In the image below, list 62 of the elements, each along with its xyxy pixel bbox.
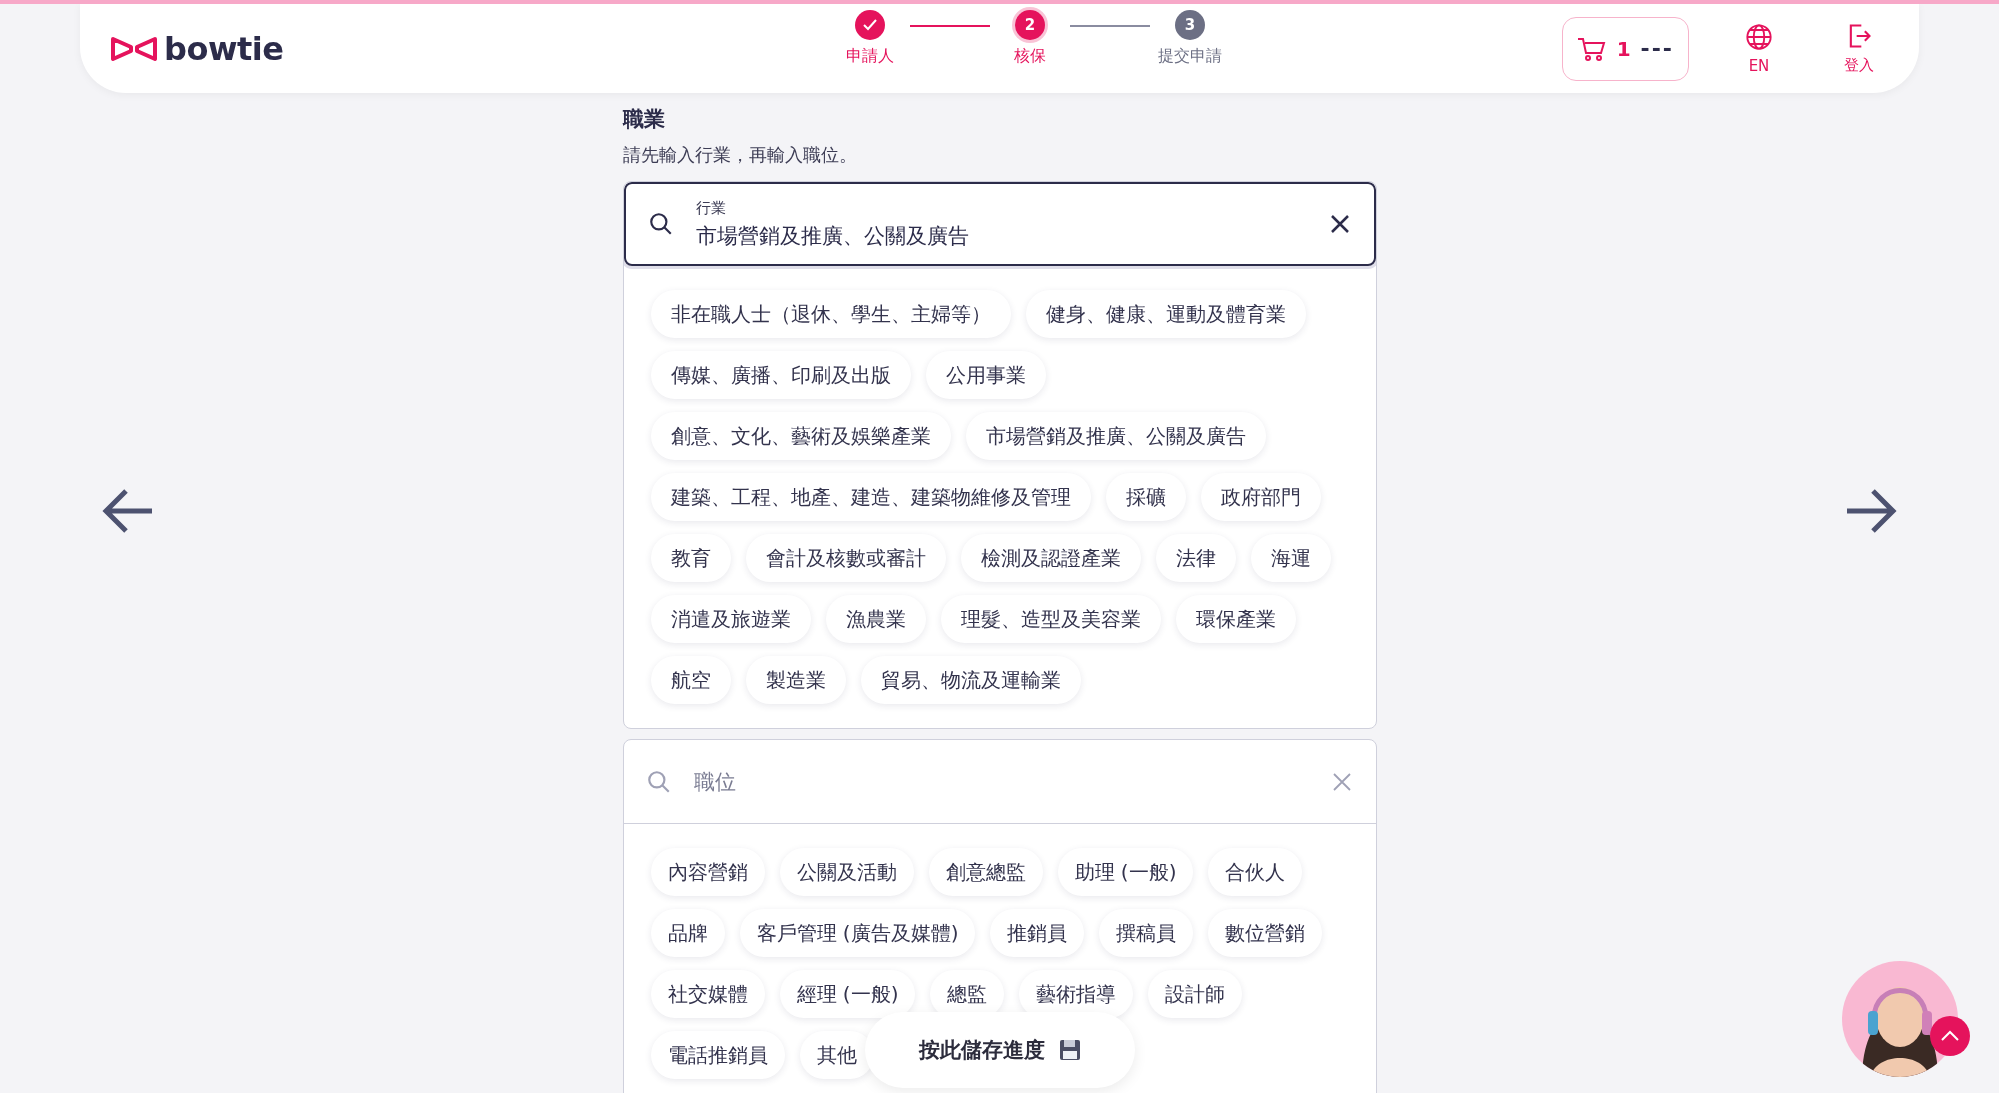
industry-chip[interactable]: 製造業 [745,656,846,704]
chevron-up-icon [1940,1030,1960,1042]
globe-icon [1745,22,1773,51]
save-progress-toast[interactable]: 按此儲存進度 [865,1012,1135,1088]
logo-text: bowtie [164,29,284,68]
field-label: 行業 [695,198,726,218]
step-label: 申請人 [846,46,894,67]
field-value: 市場營銷及推廣、公關及廣告 [695,222,969,250]
industry-chip[interactable]: 環保產業 [1175,595,1296,643]
industry-chip[interactable]: 建築、工程、地產、建造、建築物維修及管理 [650,473,1091,521]
step-label: 核保 [1014,46,1046,67]
industry-chip[interactable]: 海運 [1250,534,1331,582]
position-chip[interactable]: 內容營銷 [650,848,765,896]
position-chip[interactable]: 電話推銷員 [650,1031,785,1079]
position-chip[interactable]: 助理 (一般) [1057,848,1194,896]
cart-icon [1576,35,1607,62]
instruction-text: 請先輸入行業，再輸入職位。 [622,143,858,167]
cart-amount: --- [1640,36,1674,61]
scroll-up-button[interactable] [1930,1016,1970,1056]
field-placeholder: 職位 [693,768,736,796]
industry-chip[interactable]: 非在職人士（退休、學生、主婦等） [650,290,1011,338]
search-icon [645,768,672,795]
industry-field[interactable]: 行業 市場營銷及推廣、公關及廣告 [623,182,1376,266]
industry-chip[interactable]: 消遣及旅遊業 [650,595,811,643]
language-button[interactable]: EN [1729,21,1789,76]
position-chip[interactable]: 數位營銷 [1208,909,1323,957]
industry-chip[interactable]: 航空 [650,656,731,704]
step-number: 3 [1175,10,1205,40]
step-number: 2 [1015,10,1045,40]
industry-chip[interactable]: 檢測及認證產業 [960,534,1141,582]
industry-chip[interactable]: 市場營銷及推廣、公關及廣告 [965,412,1266,460]
industry-chip[interactable]: 創意、文化、藝術及娛樂產業 [650,412,951,460]
industry-chip[interactable]: 法律 [1155,534,1236,582]
industry-chip[interactable]: 政府部門 [1200,473,1321,521]
section-title: 職業 [622,106,666,133]
position-chip[interactable]: 藝術指導 [1019,970,1134,1018]
industry-chip[interactable]: 公用事業 [925,351,1046,399]
industry-chip[interactable]: 採礦 [1105,473,1186,521]
position-chip[interactable]: 品牌 [650,909,725,957]
position-chip[interactable]: 客戶管理 (廣告及媒體) [739,909,976,957]
position-chip[interactable]: 設計師 [1148,970,1243,1018]
step-label: 提交申請 [1158,46,1222,67]
position-chip[interactable]: 合伙人 [1208,848,1303,896]
cart-count: 1 [1616,36,1631,61]
position-chip[interactable]: 撰稿員 [1099,909,1194,957]
industry-chip[interactable]: 會計及核數或審計 [745,534,946,582]
industry-chip[interactable]: 漁農業 [825,595,926,643]
position-chip[interactable]: 經理 (一般) [779,970,916,1018]
login-button[interactable]: 登入 [1829,21,1889,76]
industry-chip[interactable]: 傳媒、廣播、印刷及出版 [650,351,911,399]
position-chip[interactable]: 創意總監 [928,848,1043,896]
position-chip[interactable]: 推銷員 [990,909,1085,957]
position-chip[interactable]: 社交媒體 [650,970,765,1018]
position-field[interactable]: 職位 [623,740,1376,824]
industry-chip[interactable]: 教育 [650,534,731,582]
bowtie-logo-icon [110,35,158,62]
industry-chip[interactable]: 健身、健康、運動及體育業 [1025,290,1306,338]
industry-chip[interactable]: 理髮、造型及美容業 [940,595,1161,643]
search-icon [647,211,674,237]
position-chip[interactable]: 公關及活動 [779,848,914,896]
cart-button[interactable]: 1 --- [1561,16,1689,81]
industry-chip[interactable]: 貿易、物流及運輸業 [860,656,1081,704]
